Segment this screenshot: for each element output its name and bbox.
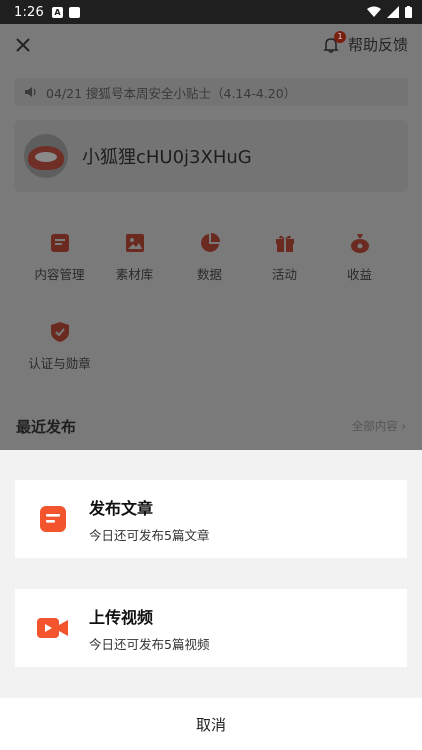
option-title: 上传视频 <box>89 607 154 627</box>
menu-item-label: 收益 <box>346 267 372 282</box>
background-page: 1 帮助反馈 04/21 搜狐号本周安全小贴士（4.14-4.20） 小狐狸cH… <box>0 24 422 450</box>
bell-icon[interactable]: 1 <box>322 30 346 54</box>
menu-item-certification[interactable]: 认证与勋章 <box>22 321 97 372</box>
video-camera-icon <box>37 618 68 638</box>
upload-video-option[interactable]: 上传视频 今日还可发布5篇视频 <box>15 589 407 667</box>
all-content-link[interactable]: 全部内容 › <box>352 418 406 434</box>
menu-item-revenue[interactable]: 收益 <box>322 232 397 283</box>
all-content-label: 全部内容 <box>351 419 398 433</box>
profile-card[interactable]: 小狐狸cHU0j3XHuG <box>14 120 408 192</box>
gift-icon <box>275 235 294 252</box>
option-subtitle: 今日还可发布5篇视频 <box>89 636 210 652</box>
username: 小狐狸cHU0j3XHuG <box>82 147 252 168</box>
cancel-label: 取消 <box>195 715 226 734</box>
image-icon <box>125 234 144 252</box>
money-bag-icon <box>350 234 369 253</box>
avatar <box>24 134 68 178</box>
help-feedback-label: 帮助反馈 <box>347 36 408 54</box>
pie-chart-icon <box>200 233 220 252</box>
menu-item-label: 素材库 <box>115 267 154 282</box>
battery-icon <box>405 6 412 18</box>
menu-grid: 内容管理 素材库 数据 活动 收益 认证与勋章 <box>0 232 422 372</box>
menu-item-activity[interactable]: 活动 <box>247 232 322 283</box>
notice-text: 04/21 搜狐号本周安全小贴士（4.14-4.20） <box>46 85 297 101</box>
option-subtitle: 今日还可发布5篇文章 <box>89 527 210 543</box>
chevron-right-icon: › <box>401 419 406 433</box>
recent-title: 最近发布 <box>16 418 77 436</box>
wifi-icon <box>367 6 381 17</box>
speaker-icon <box>25 87 36 97</box>
notification-square-icon <box>69 6 80 18</box>
notification-badge: 1 <box>333 30 346 43</box>
publish-article-option[interactable]: 发布文章 今日还可发布5篇文章 <box>15 480 407 558</box>
status-time: 1:26 <box>14 4 44 20</box>
article-icon <box>40 506 66 532</box>
cancel-button[interactable]: 取消 <box>0 698 422 750</box>
close-icon[interactable] <box>12 34 34 56</box>
notification-a-icon <box>52 6 63 18</box>
menu-item-data[interactable]: 数据 <box>172 232 247 283</box>
top-bar: 1 帮助反馈 <box>0 24 422 66</box>
menu-item-label: 内容管理 <box>34 267 85 282</box>
option-title: 发布文章 <box>89 498 154 518</box>
help-feedback-button[interactable]: 1 帮助反馈 <box>322 30 408 55</box>
menu-item-content-management[interactable]: 内容管理 <box>22 232 97 283</box>
publish-sheet: 发布文章 今日还可发布5篇文章 上传视频 今日还可发布5篇视频 <box>0 450 422 698</box>
menu-item-material-library[interactable]: 素材库 <box>97 232 172 283</box>
menu-item-label: 活动 <box>271 267 297 282</box>
notice-bar[interactable]: 04/21 搜狐号本周安全小贴士（4.14-4.20） <box>14 78 408 106</box>
status-bar: 1:26 <box>0 0 422 24</box>
document-icon <box>50 234 69 252</box>
shield-check-icon <box>50 322 69 342</box>
menu-item-label: 数据 <box>196 267 222 282</box>
signal-icon <box>387 6 399 18</box>
menu-item-label: 认证与勋章 <box>28 356 91 371</box>
